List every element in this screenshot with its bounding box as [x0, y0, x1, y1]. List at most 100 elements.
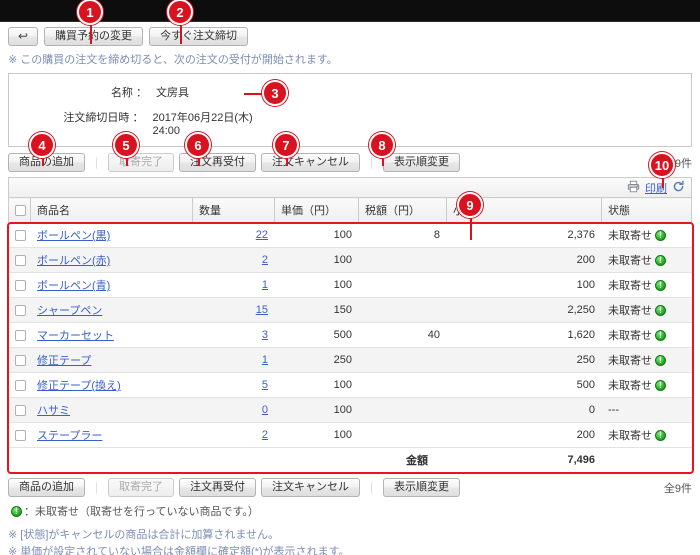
cell-quantity: 2: [193, 248, 275, 273]
cell-product-name: ボールペン(赤): [31, 248, 193, 273]
product-name-link[interactable]: ボールペン(青): [37, 280, 110, 292]
quantity-link[interactable]: 3: [262, 329, 268, 341]
table-row[interactable]: ボールペン(青)1100100未取寄せ: [9, 273, 692, 298]
product-name-link[interactable]: マーカーセット: [37, 330, 114, 342]
action-toolbar-top: 商品の追加 ｜ 取寄完了 注文再受付 注文キャンセル ｜ 表示順変更 全9件: [0, 147, 700, 177]
quantity-link[interactable]: 5: [262, 379, 268, 391]
cancel-order-button-bottom[interactable]: 注文キャンセル: [261, 478, 360, 497]
footnote-2: ※ 単価が設定されていない場合は金額欄に確定額(*)が表示されます。: [8, 544, 692, 555]
product-name-link[interactable]: シャープペン: [37, 305, 102, 317]
row-select-cell[interactable]: [9, 223, 31, 248]
column-header-qty[interactable]: 数量: [193, 198, 275, 223]
row-checkbox[interactable]: [15, 355, 26, 366]
cell-subtotal: 100: [447, 273, 602, 298]
cell-status: 未取寄せ: [602, 323, 692, 348]
row-select-cell[interactable]: [9, 373, 31, 398]
row-checkbox[interactable]: [15, 380, 26, 391]
quantity-link[interactable]: 2: [262, 429, 268, 441]
status-legend-text: ：未取寄せ（取寄せを行っていない商品です。）: [24, 503, 259, 519]
order-deadline-row: 注文締切日時 ： 2017年06月22日(木) 24:00: [39, 109, 279, 137]
quantity-link[interactable]: 22: [256, 229, 268, 241]
primary-toolbar: ↩ 購買予約の変更 今すぐ注文締切: [0, 22, 700, 49]
product-name-link[interactable]: ステープラー: [37, 430, 102, 442]
product-name-link[interactable]: ボールペン(黒): [37, 230, 110, 242]
table-row[interactable]: 修正テープ(換え)5100500未取寄せ: [9, 373, 692, 398]
cell-tax: 40: [359, 323, 447, 348]
add-product-button-bottom[interactable]: 商品の追加: [8, 478, 85, 497]
change-display-order-button[interactable]: 表示順変更: [383, 153, 460, 172]
row-checkbox[interactable]: [15, 330, 26, 341]
column-header-name[interactable]: 商品名: [31, 198, 193, 223]
change-purchase-reservation-button[interactable]: 購買予約の変更: [44, 27, 143, 46]
order-name-value: 文房具: [147, 84, 189, 100]
product-name-link[interactable]: 修正テープ(換え): [37, 380, 121, 392]
cell-product-name: 修正テープ(換え): [31, 373, 193, 398]
row-select-cell[interactable]: [9, 423, 31, 448]
order-name-label: 名称 ：: [39, 84, 147, 100]
table-body: ボールペン(黒)2210082,376未取寄せボールペン(赤)2100200未取…: [9, 223, 692, 473]
cell-tax: [359, 348, 447, 373]
cell-product-name: 修正テープ: [31, 348, 193, 373]
quantity-link[interactable]: 1: [262, 279, 268, 291]
column-header-tax[interactable]: 税額（円）: [359, 198, 447, 223]
total-tail: [602, 448, 692, 473]
complete-backorder-button-bottom[interactable]: 取寄完了: [108, 478, 174, 497]
order-name-row: 名称 ： 文房具: [39, 84, 279, 100]
back-button[interactable]: ↩: [8, 27, 38, 46]
printer-icon[interactable]: [627, 180, 640, 196]
cell-product-name: マーカーセット: [31, 323, 193, 348]
row-checkbox[interactable]: [15, 305, 26, 316]
row-checkbox[interactable]: [15, 280, 26, 291]
row-select-cell[interactable]: [9, 398, 31, 423]
cell-unit-price: 100: [275, 423, 359, 448]
column-header-status[interactable]: 状態: [602, 198, 692, 223]
change-display-order-button-bottom[interactable]: 表示順変更: [383, 478, 460, 497]
product-name-link[interactable]: ボールペン(赤): [37, 255, 110, 267]
table-row[interactable]: ハサミ01000---: [9, 398, 692, 423]
row-checkbox[interactable]: [15, 405, 26, 416]
cell-unit-price: 250: [275, 348, 359, 373]
cell-subtotal: 500: [447, 373, 602, 398]
back-arrow-icon: ↩: [18, 30, 28, 43]
product-name-link[interactable]: 修正テープ: [37, 355, 91, 367]
table-row[interactable]: ステープラー2100200未取寄せ: [9, 423, 692, 448]
table-row[interactable]: 修正テープ1250250未取寄せ: [9, 348, 692, 373]
cell-unit-price: 150: [275, 298, 359, 323]
product-name-link[interactable]: ハサミ: [37, 405, 70, 417]
callout-8: 8: [369, 132, 395, 158]
cell-product-name: ハサミ: [31, 398, 193, 423]
status-pending-icon: [655, 305, 666, 316]
select-all-header[interactable]: [9, 198, 31, 223]
table-row[interactable]: シャープペン151502,250未取寄せ: [9, 298, 692, 323]
refresh-icon[interactable]: [672, 180, 685, 196]
row-select-cell[interactable]: [9, 323, 31, 348]
reaccept-order-button-bottom[interactable]: 注文再受付: [179, 478, 256, 497]
table-row[interactable]: ボールペン(赤)2100200未取寄せ: [9, 248, 692, 273]
quantity-link[interactable]: 0: [262, 404, 268, 416]
toolbar-separator: ｜: [90, 155, 103, 171]
row-select-cell[interactable]: [9, 298, 31, 323]
row-checkbox[interactable]: [15, 430, 26, 441]
close-order-now-button[interactable]: 今すぐ注文締切: [149, 27, 248, 46]
row-select-cell[interactable]: [9, 273, 31, 298]
cell-subtotal: 200: [447, 248, 602, 273]
row-select-cell[interactable]: [9, 248, 31, 273]
toolbar-note: ※ この購買の注文を締め切ると、次の注文の受付が開始されます。: [0, 49, 700, 73]
row-select-cell[interactable]: [9, 348, 31, 373]
quantity-link[interactable]: 2: [262, 254, 268, 266]
callout-6: 6: [185, 132, 211, 158]
select-all-checkbox[interactable]: [15, 205, 26, 216]
column-header-unit-price[interactable]: 単価（円）: [275, 198, 359, 223]
cell-tax: [359, 298, 447, 323]
cancel-order-button[interactable]: 注文キャンセル: [261, 153, 360, 172]
status-label: 未取寄せ: [608, 430, 652, 442]
table-row[interactable]: ボールペン(黒)2210082,376未取寄せ: [9, 223, 692, 248]
row-checkbox[interactable]: [15, 230, 26, 241]
quantity-link[interactable]: 1: [262, 354, 268, 366]
cell-tax: [359, 248, 447, 273]
quantity-link[interactable]: 15: [256, 304, 268, 316]
footnotes: ※ [状態]がキャンセルの商品は合計に加算されません。 ※ 単価が設定されていな…: [0, 519, 700, 555]
table-row[interactable]: マーカーセット3500401,620未取寄せ: [9, 323, 692, 348]
row-checkbox[interactable]: [15, 255, 26, 266]
cell-unit-price: 100: [275, 223, 359, 248]
